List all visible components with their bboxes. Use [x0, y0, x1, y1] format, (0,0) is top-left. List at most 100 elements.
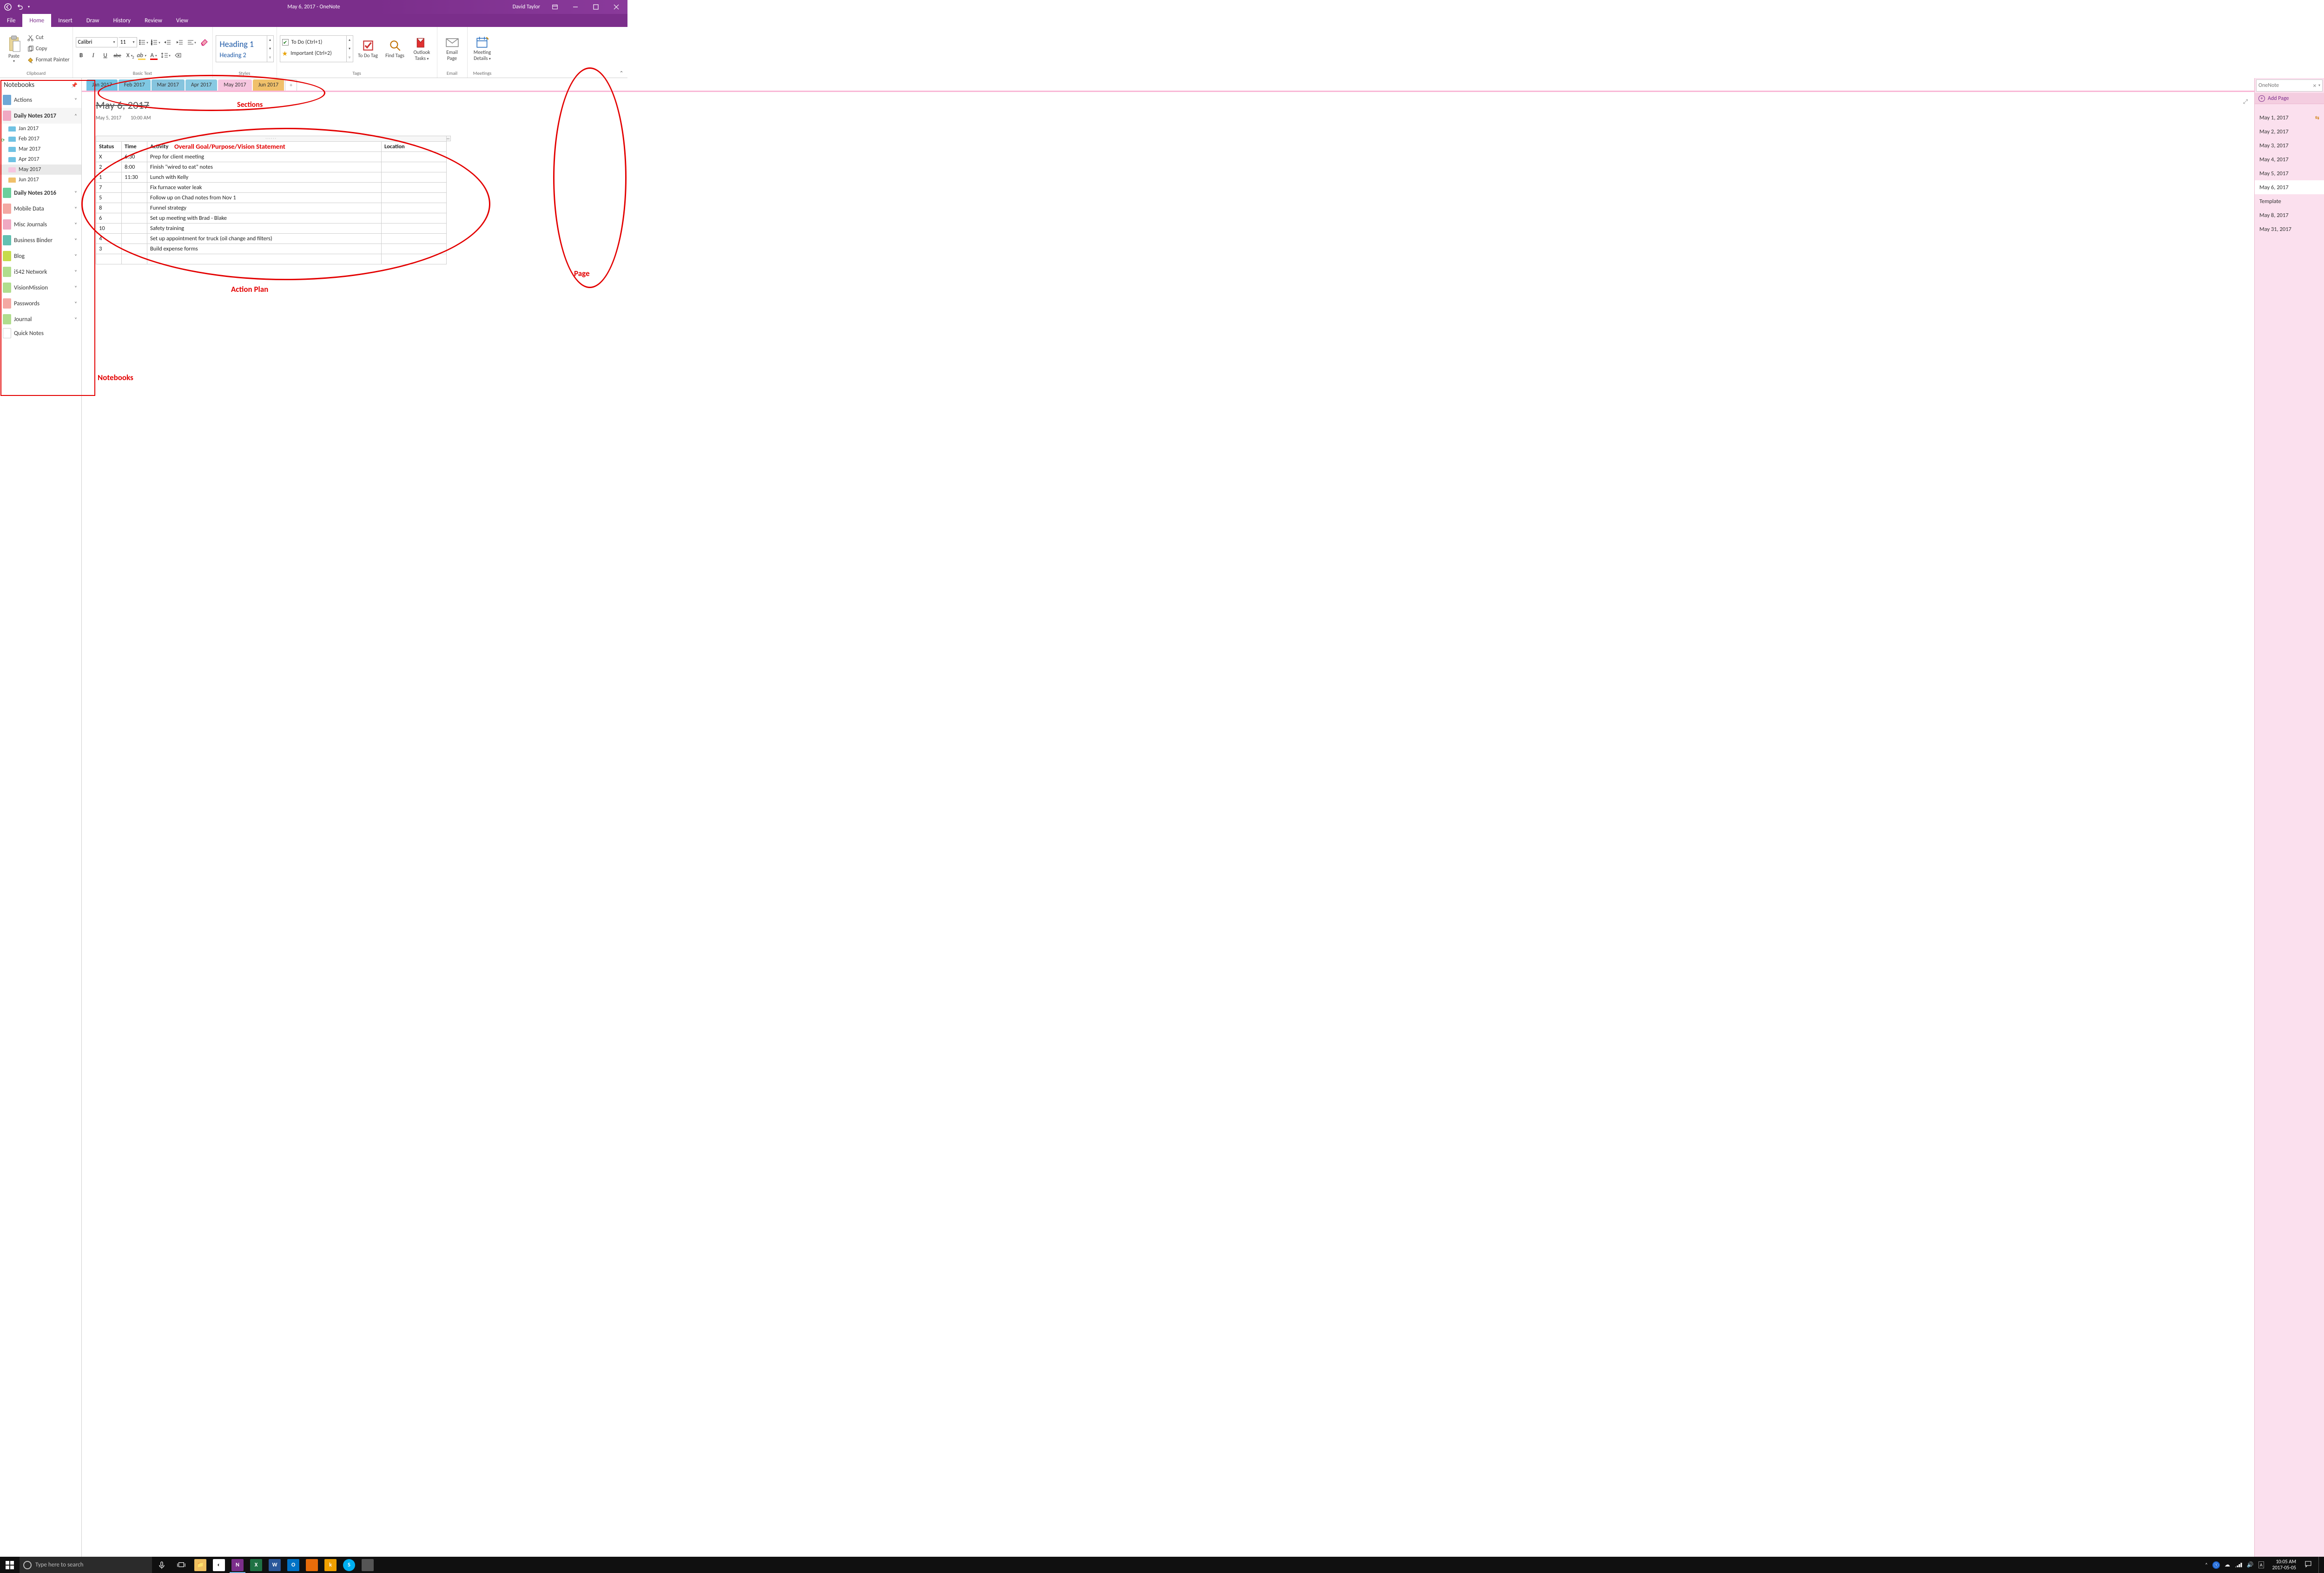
- table-cell[interactable]: [382, 254, 447, 264]
- table-header[interactable]: Location: [382, 142, 447, 152]
- menu-tab-view[interactable]: View: [169, 14, 195, 27]
- table-cell[interactable]: 3: [96, 244, 122, 254]
- taskbar-app-word[interactable]: W: [265, 1557, 284, 1573]
- notebook-quick-notes[interactable]: Quick Notes: [0, 327, 81, 339]
- email-page-button[interactable]: Email Page: [440, 36, 464, 61]
- style-heading1[interactable]: Heading 1: [220, 39, 273, 49]
- notebook-actions[interactable]: Actions˅: [0, 92, 81, 108]
- table-row[interactable]: 7Fix furnace water leak: [96, 183, 447, 193]
- table-cell[interactable]: Funnel strategy: [147, 203, 382, 213]
- table-cell[interactable]: [122, 244, 147, 254]
- menu-tab-history[interactable]: History: [106, 14, 138, 27]
- add-section-button[interactable]: +: [285, 79, 297, 91]
- table-cell[interactable]: Follow up on Chad notes from Nov 1: [147, 193, 382, 203]
- taskbar-app-skype[interactable]: S: [340, 1557, 358, 1573]
- section-tab-may-2017[interactable]: May 2017: [218, 79, 251, 91]
- section-tab-feb-2017[interactable]: Feb 2017: [119, 79, 151, 91]
- notebook-blog[interactable]: Blog˅: [0, 248, 81, 264]
- cut-button[interactable]: Cut: [27, 33, 70, 42]
- table-cell[interactable]: [96, 254, 122, 264]
- table-cell[interactable]: [122, 193, 147, 203]
- table-row[interactable]: 6Set up meeting with Brad - Blake: [96, 213, 447, 224]
- table-cell[interactable]: 11:30: [122, 172, 147, 183]
- table-cell[interactable]: 10: [96, 224, 122, 234]
- page-time[interactable]: 10:00 AM: [131, 115, 151, 121]
- table-header[interactable]: Time: [122, 142, 147, 152]
- menu-tab-draw[interactable]: Draw: [79, 14, 106, 27]
- fullscreen-icon[interactable]: ⤢: [2243, 99, 2248, 105]
- page-item-may-2-2017[interactable]: May 2, 2017: [2255, 125, 2324, 138]
- table-header[interactable]: Activity: [147, 142, 382, 152]
- table-cell[interactable]: Fix furnace water leak: [147, 183, 382, 193]
- table-cell[interactable]: [382, 162, 447, 172]
- tray-1password-icon[interactable]: ①: [2212, 1561, 2220, 1569]
- page-body[interactable]: May 6, 2017 May 5, 2017 10:00 AM ⤢ ·····…: [82, 92, 2254, 1557]
- notebook-business-binder[interactable]: Business Binder˅: [0, 232, 81, 248]
- section-tab-jan-2017[interactable]: Jan 2017: [86, 79, 118, 91]
- activity-table[interactable]: StatusTimeActivityLocationX6:30Prep for …: [96, 141, 447, 264]
- table-row[interactable]: X6:30Prep for client meeting: [96, 152, 447, 162]
- table-cell[interactable]: [122, 234, 147, 244]
- tags-gallery[interactable]: ✔To Do (Ctrl+1) ★Important (Ctrl+2) ▴▾▿: [280, 35, 353, 62]
- numbering-button[interactable]: 123▾: [150, 37, 161, 47]
- table-cell[interactable]: 6: [96, 213, 122, 224]
- menu-tab-insert[interactable]: Insert: [51, 14, 79, 27]
- table-cell[interactable]: Prep for client meeting: [147, 152, 382, 162]
- table-cell[interactable]: [122, 254, 147, 264]
- close-button[interactable]: [607, 0, 626, 14]
- font-name-combo[interactable]: Calibri▾: [76, 37, 118, 47]
- table-cell[interactable]: Set up appointment for truck (oil change…: [147, 234, 382, 244]
- table-cell[interactable]: 8: [96, 203, 122, 213]
- table-row[interactable]: 4Set up appointment for truck (oil chang…: [96, 234, 447, 244]
- styles-gallery[interactable]: Heading 1 Heading 2 ▴▾▿: [216, 35, 274, 62]
- meeting-details-button[interactable]: Meeting Details ▾: [470, 36, 495, 61]
- underline-button[interactable]: U: [100, 50, 111, 60]
- page-item-may-5-2017[interactable]: May 5, 2017: [2255, 166, 2324, 180]
- table-cell[interactable]: 6:30: [122, 152, 147, 162]
- cortana-mic-icon[interactable]: [152, 1557, 172, 1573]
- styles-scroll[interactable]: ▴▾▿: [267, 36, 273, 62]
- table-cell[interactable]: [382, 234, 447, 244]
- table-cell[interactable]: Build expense forms: [147, 244, 382, 254]
- table-cell[interactable]: [382, 152, 447, 162]
- notebook-passwords[interactable]: Passwords˅: [0, 296, 81, 311]
- table-row[interactable]: 10 Safety training: [96, 224, 447, 234]
- bullets-button[interactable]: ▾: [138, 37, 149, 47]
- search-clear-icon[interactable]: ✕: [2313, 83, 2317, 89]
- start-button[interactable]: [0, 1557, 20, 1573]
- maximize-button[interactable]: [587, 0, 605, 14]
- tray-network-icon[interactable]: [2235, 1561, 2242, 1569]
- table-cell[interactable]: Safety training: [147, 224, 382, 234]
- font-color-button[interactable]: A▾: [148, 50, 159, 60]
- taskbar-app-grey[interactable]: [358, 1557, 377, 1573]
- tray-input-icon[interactable]: A: [2258, 1561, 2264, 1568]
- table-cell[interactable]: [122, 183, 147, 193]
- table-cell[interactable]: [382, 213, 447, 224]
- table-cell[interactable]: 5: [96, 193, 122, 203]
- page-date[interactable]: May 5, 2017: [96, 115, 121, 121]
- delete-button[interactable]: [172, 50, 184, 60]
- menu-tab-file[interactable]: File: [0, 14, 22, 27]
- container-grip[interactable]: ······↔: [96, 136, 447, 141]
- outlook-tasks-button[interactable]: Outlook Tasks ▾: [410, 36, 434, 61]
- table-cell[interactable]: [382, 193, 447, 203]
- tray-onedrive-icon[interactable]: ☁: [2225, 1561, 2230, 1568]
- table-row[interactable]: 3 Build expense forms: [96, 244, 447, 254]
- tray-volume-icon[interactable]: 🔊: [2247, 1561, 2254, 1568]
- table-cell[interactable]: [382, 244, 447, 254]
- container-resize-handle[interactable]: ↔: [446, 136, 451, 141]
- table-row[interactable]: [96, 254, 447, 264]
- page-item-may-3-2017[interactable]: May 3, 2017: [2255, 138, 2324, 152]
- table-row[interactable]: 111:30Lunch with Kelly: [96, 172, 447, 183]
- action-center-icon[interactable]: [2304, 1560, 2312, 1570]
- taskbar-app-k[interactable]: k: [321, 1557, 340, 1573]
- table-cell[interactable]: Finish "wired to eat" notes: [147, 162, 382, 172]
- undo-button[interactable]: [13, 4, 26, 11]
- add-page-button[interactable]: + Add Page: [2255, 93, 2324, 104]
- notebook-visionmission[interactable]: VisionMission˅: [0, 280, 81, 296]
- notebook-section-may-2017[interactable]: May 2017: [0, 165, 81, 175]
- notebook-section-feb-2017[interactable]: Feb 2017: [0, 134, 81, 144]
- system-tray[interactable]: ˄ ① ☁ 🔊 A 10:05 AM 2017-05-05: [2202, 1557, 2324, 1573]
- notebook-journal[interactable]: Journal˅: [0, 311, 81, 327]
- notebook-section-apr-2017[interactable]: Apr 2017: [0, 154, 81, 165]
